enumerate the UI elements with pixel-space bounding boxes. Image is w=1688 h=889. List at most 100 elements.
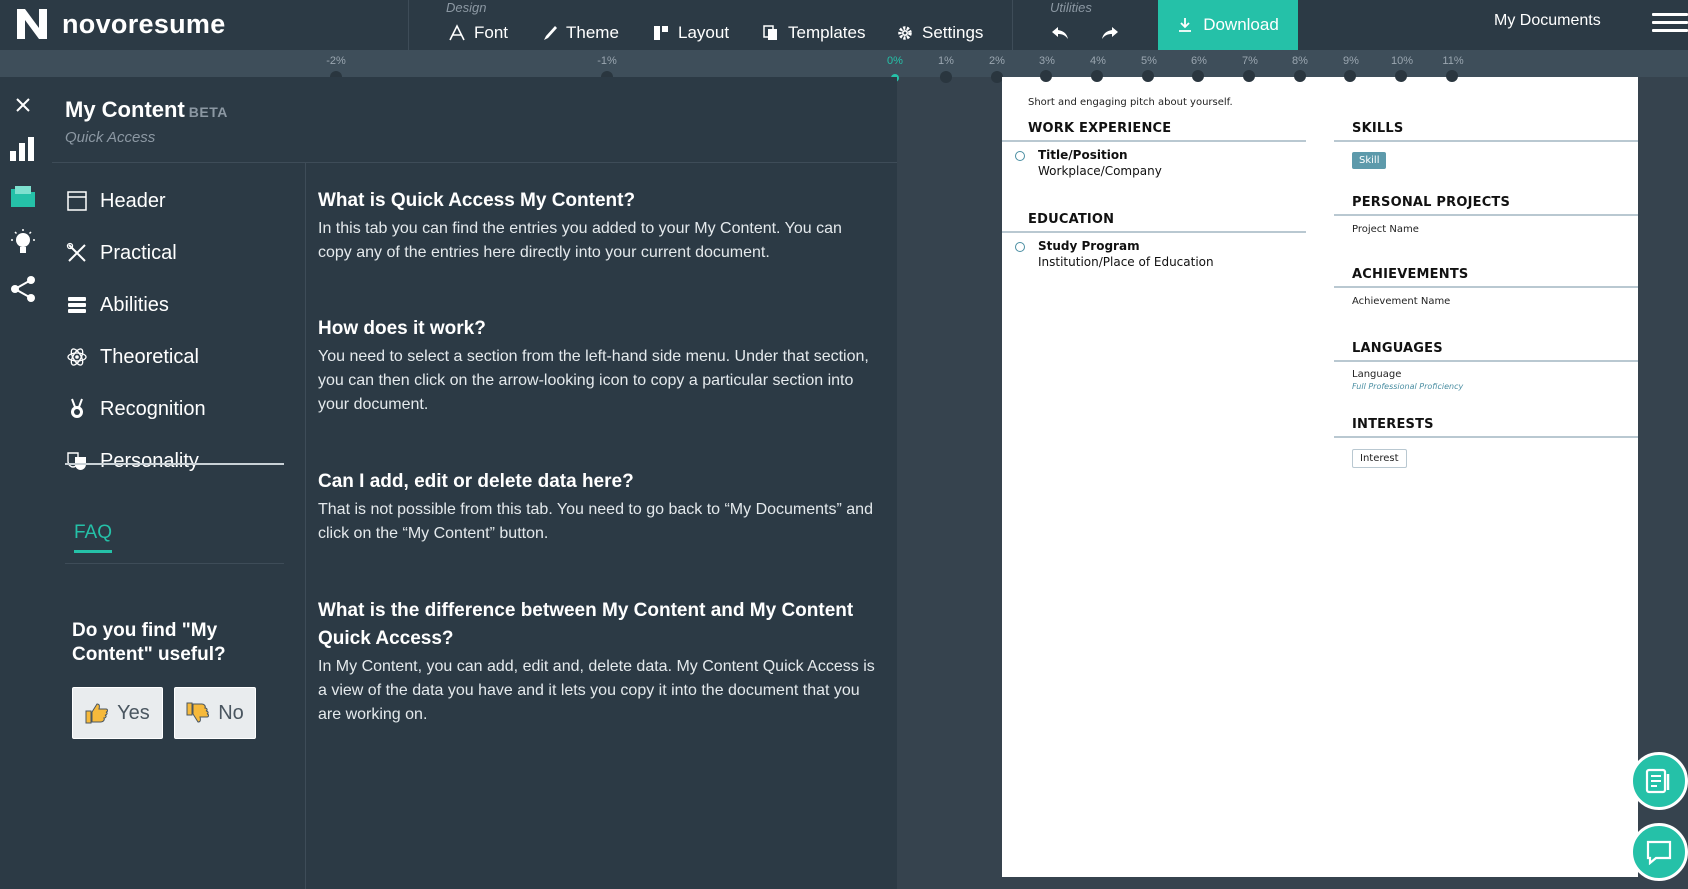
yes-button[interactable]: Yes xyxy=(72,687,163,739)
ruler-dot[interactable] xyxy=(1446,70,1458,82)
analytics-icon[interactable] xyxy=(9,135,37,163)
work-title[interactable]: Title/Position xyxy=(1038,148,1128,162)
theme-button[interactable]: Theme xyxy=(540,20,619,46)
undo-icon xyxy=(1052,27,1068,39)
menu-item-label: Personality xyxy=(100,449,199,472)
no-button[interactable]: No xyxy=(174,687,256,739)
ruler-dot[interactable] xyxy=(1142,70,1154,82)
ruler-tick[interactable]: 11% xyxy=(1442,55,1463,67)
menu-item-header[interactable]: Header xyxy=(66,175,296,227)
ruler-dot[interactable] xyxy=(940,71,952,83)
ruler-dot[interactable] xyxy=(1091,70,1103,82)
menu-item-theoretical[interactable]: Theoretical xyxy=(66,331,296,383)
project-name[interactable]: Project Name xyxy=(1352,224,1419,235)
templates-icon xyxy=(763,25,777,40)
my-content-icon[interactable] xyxy=(9,183,37,211)
toolbar-divider xyxy=(1012,0,1013,50)
panel-title: My Content BETA xyxy=(65,97,228,123)
left-icon-rail xyxy=(0,77,52,889)
font-icon xyxy=(449,24,465,41)
ruler-tick[interactable]: -2% xyxy=(326,55,346,67)
ruler-tick[interactable]: 10% xyxy=(1391,55,1413,67)
section-menu: Header Practical Abilities Theoretical R… xyxy=(66,175,296,487)
personal-projects-heading[interactable]: PERSONAL PROJECTS xyxy=(1352,195,1510,210)
ruler-tick[interactable]: 7% xyxy=(1242,55,1258,67)
education-title[interactable]: Study Program xyxy=(1038,239,1140,253)
download-button[interactable]: Download xyxy=(1158,0,1298,50)
interests-heading[interactable]: INTERESTS xyxy=(1352,417,1434,432)
education-institution[interactable]: Institution/Place of Education xyxy=(1038,255,1214,269)
languages-heading[interactable]: LANGUAGES xyxy=(1352,341,1443,356)
faq-item: What is the difference between My Conten… xyxy=(318,597,878,727)
brand-name: novoresume xyxy=(62,8,226,39)
tools-icon xyxy=(66,242,86,262)
ruler-dot[interactable] xyxy=(1243,70,1255,82)
settings-button[interactable]: Settings xyxy=(896,20,983,46)
ruler-dot[interactable] xyxy=(1040,70,1052,82)
faq-separator xyxy=(65,563,284,564)
content-helper-button[interactable] xyxy=(1630,752,1688,810)
feedback-question: Do you find "My Content" useful? xyxy=(72,620,226,665)
hamburger-menu-icon[interactable] xyxy=(1652,8,1688,38)
menu-item-label: Header xyxy=(100,189,166,212)
faq-link[interactable]: FAQ xyxy=(74,522,113,553)
redo-icon xyxy=(1102,27,1118,39)
share-icon[interactable] xyxy=(9,275,37,303)
ruler-tick[interactable]: 8% xyxy=(1292,55,1308,67)
timeline-bullet-icon xyxy=(1015,151,1025,161)
education-heading[interactable]: EDUCATION xyxy=(1028,212,1114,227)
masks-icon xyxy=(67,452,86,470)
ruler-tick[interactable]: -1% xyxy=(597,55,617,67)
ruler-tick[interactable]: 6% xyxy=(1191,55,1207,67)
atom-icon xyxy=(67,348,87,366)
faq-answer: That is not possible from this tab. You … xyxy=(318,501,873,542)
work-experience-heading[interactable]: WORK EXPERIENCE xyxy=(1028,121,1171,136)
menu-item-personality[interactable]: Personality xyxy=(66,435,296,487)
ruler-tick[interactable]: 2% xyxy=(989,55,1005,67)
language-name[interactable]: Language xyxy=(1352,369,1401,380)
work-company[interactable]: Workplace/Company xyxy=(1038,164,1162,178)
resume-preview[interactable]: Short and engaging pitch about yourself.… xyxy=(1002,70,1638,877)
my-documents-link[interactable]: My Documents xyxy=(1494,12,1601,30)
ruler-tick-active[interactable]: 0% xyxy=(887,55,903,67)
ruler-tick[interactable]: 3% xyxy=(1039,55,1055,67)
skills-heading[interactable]: SKILLS xyxy=(1352,121,1403,136)
redo-button[interactable] xyxy=(1096,20,1124,46)
chat-button[interactable] xyxy=(1630,823,1688,881)
resume-pitch[interactable]: Short and engaging pitch about yourself. xyxy=(1028,97,1233,108)
layout-button[interactable]: Layout xyxy=(652,20,729,46)
close-icon[interactable] xyxy=(9,91,37,119)
ruler-dot[interactable] xyxy=(1294,70,1306,82)
menu-item-practical[interactable]: Practical xyxy=(66,227,296,279)
font-button[interactable]: Font xyxy=(448,20,508,46)
menu-item-recognition[interactable]: Recognition xyxy=(66,383,296,435)
menu-separator xyxy=(65,463,284,465)
ruler-tick[interactable]: 1% xyxy=(938,55,954,67)
menu-item-abilities[interactable]: Abilities xyxy=(66,279,296,331)
spacing-ruler: -2% -1% 0% 1% 2% 3% 4% 5% 6% 7% 8% 9% 10… xyxy=(0,50,1688,77)
font-button-label: Font xyxy=(474,23,509,42)
templates-button[interactable]: Templates xyxy=(762,20,865,46)
achievement-name[interactable]: Achievement Name xyxy=(1352,296,1450,307)
ruler-tick[interactable]: 5% xyxy=(1141,55,1157,67)
undo-button[interactable] xyxy=(1046,20,1074,46)
menu-item-label: Recognition xyxy=(100,397,206,420)
header-icon xyxy=(67,191,87,211)
gear-icon xyxy=(898,26,912,40)
skill-tag[interactable]: Skill xyxy=(1352,152,1387,169)
no-button-label: No xyxy=(218,701,244,724)
download-icon xyxy=(1179,18,1192,32)
language-proficiency[interactable]: Full Professional Proficiency xyxy=(1352,382,1463,391)
medal-icon xyxy=(71,398,83,418)
lightbulb-icon[interactable] xyxy=(9,229,37,257)
interest-tag[interactable]: Interest xyxy=(1352,449,1407,468)
ruler-dot[interactable] xyxy=(1344,70,1356,82)
achievements-heading[interactable]: ACHIEVEMENTS xyxy=(1352,267,1468,282)
ruler-tick[interactable]: 9% xyxy=(1343,55,1359,67)
faq-question: What is the difference between My Conten… xyxy=(318,600,854,649)
ruler-dot[interactable] xyxy=(1395,70,1407,82)
logo[interactable]: novoresume xyxy=(14,4,226,44)
ruler-dot[interactable] xyxy=(1192,70,1204,82)
faq-question: What is Quick Access My Content? xyxy=(318,190,636,211)
ruler-tick[interactable]: 4% xyxy=(1090,55,1106,67)
